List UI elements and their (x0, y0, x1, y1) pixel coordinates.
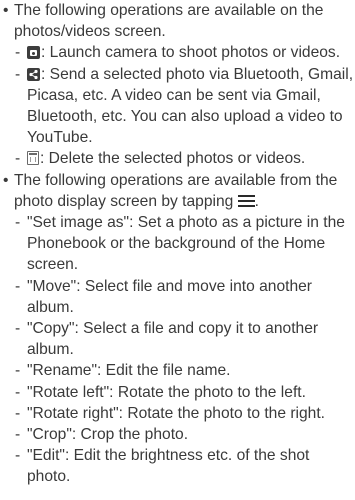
list-item-text: : Delete the selected photos or videos. (40, 150, 306, 168)
dash-mark: - (15, 44, 21, 62)
list-item: - "Crop": Crop the photo. (0, 424, 355, 445)
trash-icon (27, 151, 39, 166)
list-item: - "Edit": Edit the brightness etc. of th… (0, 445, 355, 487)
list-item: - "Rotate left": Rotate the photo to the… (0, 382, 355, 403)
list-item: - "Copy": Select a file and copy it to a… (0, 318, 355, 360)
list-item-text: "Edit": Edit the brightness etc. of the … (27, 447, 310, 486)
list-item: - : Send a selected photo via Bluetooth,… (0, 64, 355, 149)
dash-mark: - (15, 65, 21, 83)
dash-mark: - (15, 277, 21, 295)
list-item: - "Rotate right": Rotate the photo to th… (0, 403, 355, 424)
list-item: - "Set image as": Set a photo as a pictu… (0, 212, 355, 276)
bullet-item: • The following operations are available… (0, 0, 355, 42)
dash-mark: - (15, 150, 21, 168)
list-item-text: "Rename": Edit the file name. (27, 362, 231, 380)
share-icon (27, 67, 40, 81)
list-item-text: "Rotate right": Rotate the photo to the … (27, 404, 326, 422)
dash-mark: - (15, 320, 21, 338)
list-item-text: "Rotate left": Rotate the photo to the l… (27, 383, 306, 401)
list-item: - "Move": Select file and move into anot… (0, 276, 355, 318)
list-item: - : Delete the selected photos or videos… (0, 148, 355, 169)
bullet-item: • The following operations are available… (0, 170, 355, 212)
list-item: - "Rename": Edit the file name. (0, 360, 355, 381)
list-item: - : Launch camera to shoot photos or vid… (0, 42, 355, 63)
dash-mark: - (15, 447, 21, 465)
list-item-text: "Copy": Select a file and copy it to ano… (27, 320, 319, 359)
dash-mark: - (15, 383, 21, 401)
list-item-text: : Launch camera to shoot photos or video… (41, 44, 341, 62)
list-item-text: : Send a selected photo via Bluetooth, G… (27, 65, 354, 147)
bullet-mark: • (3, 2, 9, 19)
section2-intro: The following operations are available f… (14, 171, 338, 210)
dash-mark: - (15, 214, 21, 232)
list-item-text: "Set image as": Set a photo as a picture… (27, 214, 345, 274)
document: • The following operations are available… (0, 0, 355, 488)
dash-mark: - (15, 426, 21, 444)
list-item-text: "Crop": Crop the photo. (27, 426, 189, 444)
section2-intro-end: . (254, 192, 260, 210)
menu-icon (237, 194, 255, 207)
section1-intro: The following operations are available o… (14, 2, 324, 41)
dash-mark: - (15, 362, 21, 380)
dash-mark: - (15, 404, 21, 422)
bullet-mark: • (3, 171, 9, 189)
camera-icon (27, 46, 40, 60)
list-item-text: "Move": Select file and move into anothe… (27, 277, 312, 316)
